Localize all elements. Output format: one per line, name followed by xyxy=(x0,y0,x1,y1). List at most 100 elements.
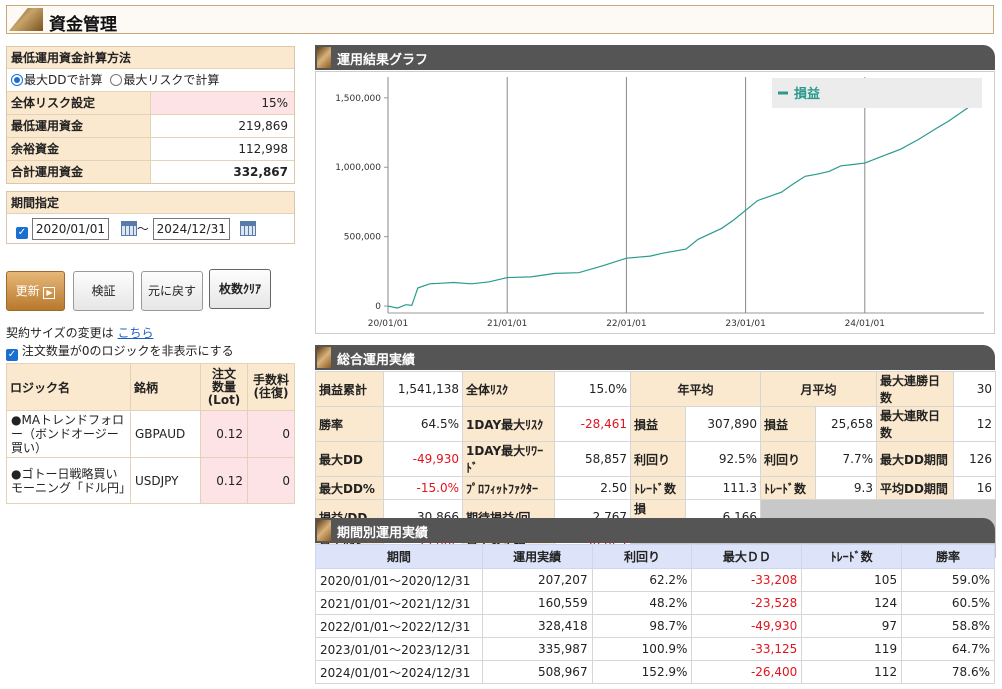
table-row: 2022/01/01～2022/12/31 328,418 98.7% -49,930… xyxy=(315,614,995,638)
summary-label: 1DAY最大ﾘﾜｰﾄﾞ xyxy=(462,441,555,477)
period-cell: 100.9% xyxy=(591,637,693,661)
period-col-header: 利回り xyxy=(591,544,693,569)
streak-label: 最大DD期間 xyxy=(876,441,954,477)
calendar-icon[interactable] xyxy=(239,221,256,236)
restore-button[interactable]: 元に戻す xyxy=(141,271,203,311)
period-inputs: ✓ 2020/01/01 ～ 2024/12/31 xyxy=(7,214,294,240)
streak-value: 16 xyxy=(953,476,996,500)
monthly-label: ﾄﾚｰﾄﾞ数 xyxy=(760,476,816,500)
summary-label: ﾌﾟﾛﾌｨｯﾄﾌｧｸﾀｰ xyxy=(462,476,555,500)
summary-value: 64.5% xyxy=(383,406,463,442)
period-cell: 60.5% xyxy=(901,591,995,615)
period-cell: -33,125 xyxy=(691,637,803,661)
period-heading: 期間指定 xyxy=(7,192,294,214)
tilde-separator: ～ xyxy=(136,222,149,236)
calendar-icon[interactable] xyxy=(120,221,137,236)
period-section-header: 期間別運用実績 xyxy=(315,518,995,543)
period-cell: 97 xyxy=(801,614,903,638)
legend-label: 損益 xyxy=(794,86,820,102)
table-row: ●ゴトー日戦略買いモーニング「ドル円」 USDJPY 0.12 0 xyxy=(6,457,295,504)
play-icon: ▶ xyxy=(43,287,56,299)
period-cell: 98.7% xyxy=(591,614,693,638)
summary-value: -28,461 xyxy=(554,406,631,442)
monthly-value: 9.3 xyxy=(815,476,877,500)
hide-zero-checkbox[interactable]: ✓ xyxy=(6,349,18,361)
yearly-value: 307,890 xyxy=(685,406,761,442)
summary-label: 損益累計 xyxy=(315,371,384,407)
page-title: 資金管理 xyxy=(49,15,117,35)
section-bar-icon xyxy=(317,520,331,541)
monthly-label: 利回り xyxy=(760,441,816,477)
summary-section-header: 総合運用実績 xyxy=(315,345,995,370)
table-row: 2021/01/01～2021/12/31 160,559 48.2% -23,528… xyxy=(315,591,995,615)
monthly-heading: 月平均 xyxy=(760,371,877,407)
summary-label: 最大DD xyxy=(315,441,384,477)
contract-note: 契約サイズの変更は こちら xyxy=(6,326,154,340)
period-col-header: 勝率 xyxy=(901,544,995,569)
date-to-input[interactable]: 2024/12/31 xyxy=(152,218,230,240)
x-tick-label: 22/01/01 xyxy=(606,319,646,329)
radio-max-dd[interactable]: 最大DDで計算 xyxy=(11,73,102,87)
period-cell: 105 xyxy=(801,568,903,592)
contract-link[interactable]: こちら xyxy=(117,326,153,340)
summary-value: 1,541,138 xyxy=(383,371,463,407)
update-button[interactable]: 更新 ▶ xyxy=(6,271,65,311)
radio-on-icon xyxy=(11,74,23,86)
section-bar-icon xyxy=(317,347,331,368)
period-cell: 59.0% xyxy=(901,568,995,592)
period-cell: 2024/01/01～2024/12/31 xyxy=(315,660,483,684)
period-cell: -26,400 xyxy=(691,660,803,684)
yearly-label: ﾄﾚｰﾄﾞ数 xyxy=(630,476,686,500)
period-cell: 160,559 xyxy=(481,591,593,615)
yearly-value: 92.5% xyxy=(685,441,761,477)
hide-zero-option[interactable]: ✓ 注文数量が0のロジックを非表示にする xyxy=(6,342,234,361)
lot-input[interactable]: 0.12 xyxy=(200,410,248,458)
streak-value: 126 xyxy=(953,441,996,477)
table-row: 2020/01/01～2020/12/31 207,207 62.2% -33,208… xyxy=(315,568,995,592)
min-fund-heading: 最低運用資金計算方法 xyxy=(7,47,294,69)
summary-section-title: 総合運用実績 xyxy=(337,353,416,368)
lot-input[interactable]: 0.12 xyxy=(200,457,248,504)
date-from-input[interactable]: 2020/01/01 xyxy=(31,218,109,240)
yearly-label: 損益 xyxy=(630,406,686,442)
col-symbol: 銘柄 xyxy=(130,363,201,411)
x-tick-label: 24/01/01 xyxy=(845,319,885,329)
period-cell: 207,207 xyxy=(481,568,593,592)
streak-label: 最大連勝日数 xyxy=(876,371,954,407)
period-cell: 2023/01/01～2023/12/31 xyxy=(315,637,483,661)
x-tick-label: 21/01/01 xyxy=(487,319,527,329)
summary-value: 2.50 xyxy=(554,476,631,500)
fee-input[interactable]: 0 xyxy=(247,457,295,504)
yearly-value: 111.3 xyxy=(685,476,761,500)
fee-input[interactable]: 0 xyxy=(247,410,295,458)
verify-button[interactable]: 検証 xyxy=(73,271,134,311)
period-cell: 2020/01/01～2020/12/31 xyxy=(315,568,483,592)
period-cell: 48.2% xyxy=(591,591,693,615)
x-tick-label: 23/01/01 xyxy=(725,319,765,329)
summary-row: 最大DD% -15.0% ﾌﾟﾛﾌｨｯﾄﾌｧｸﾀｰ 2.50 ﾄﾚｰﾄﾞ数 111.3 ﾄﾚ… xyxy=(315,476,996,500)
period-cell: 2022/01/01～2022/12/31 xyxy=(315,614,483,638)
period-col-header: 最大ＤＤ xyxy=(691,544,803,569)
period-cell: 2021/01/01～2021/12/31 xyxy=(315,591,483,615)
risk-setting-row: 全体リスク設定 15% xyxy=(7,91,294,114)
period-checkbox[interactable]: ✓ xyxy=(16,227,28,239)
radio-max-risk[interactable]: 最大リスクで計算 xyxy=(110,73,219,87)
summary-label: 最大DD% xyxy=(315,476,384,500)
summary-row: 勝率 64.5% 1DAY最大ﾘｽｸ -28,461 損益 307,890 損益 25,658… xyxy=(315,406,996,442)
logic-table: ロジック名 銘柄 注文 数量 (Lot) 手数料 (往復) ●MAトレンドフォロ… xyxy=(6,363,295,504)
clear-lots-button[interactable]: 枚数ｸﾘｱ xyxy=(209,269,271,309)
streak-label: 平均DD期間 xyxy=(876,476,954,500)
monthly-label: 損益 xyxy=(760,406,816,442)
x-tick-label: 20/01/01 xyxy=(368,319,408,329)
y-tick-label: 0 xyxy=(375,302,381,312)
period-col-header: 期間 xyxy=(315,544,483,569)
period-cell: 335,987 xyxy=(481,637,593,661)
spare-fund-row: 余裕資金 112,998 xyxy=(7,137,294,160)
risk-setting-input[interactable]: 15% xyxy=(151,92,294,114)
section-bar-icon xyxy=(317,47,331,68)
period-cell: 58.8% xyxy=(901,614,995,638)
period-section-title: 期間別運用実績 xyxy=(337,526,429,541)
summary-row: 損益累計 1,541,138 全体ﾘｽｸ 15.0% 年平均 月平均 最大連勝日数 30 xyxy=(315,371,996,407)
graph-section-title: 運用結果グラフ xyxy=(337,53,429,68)
summary-value: -49,930 xyxy=(383,441,463,477)
